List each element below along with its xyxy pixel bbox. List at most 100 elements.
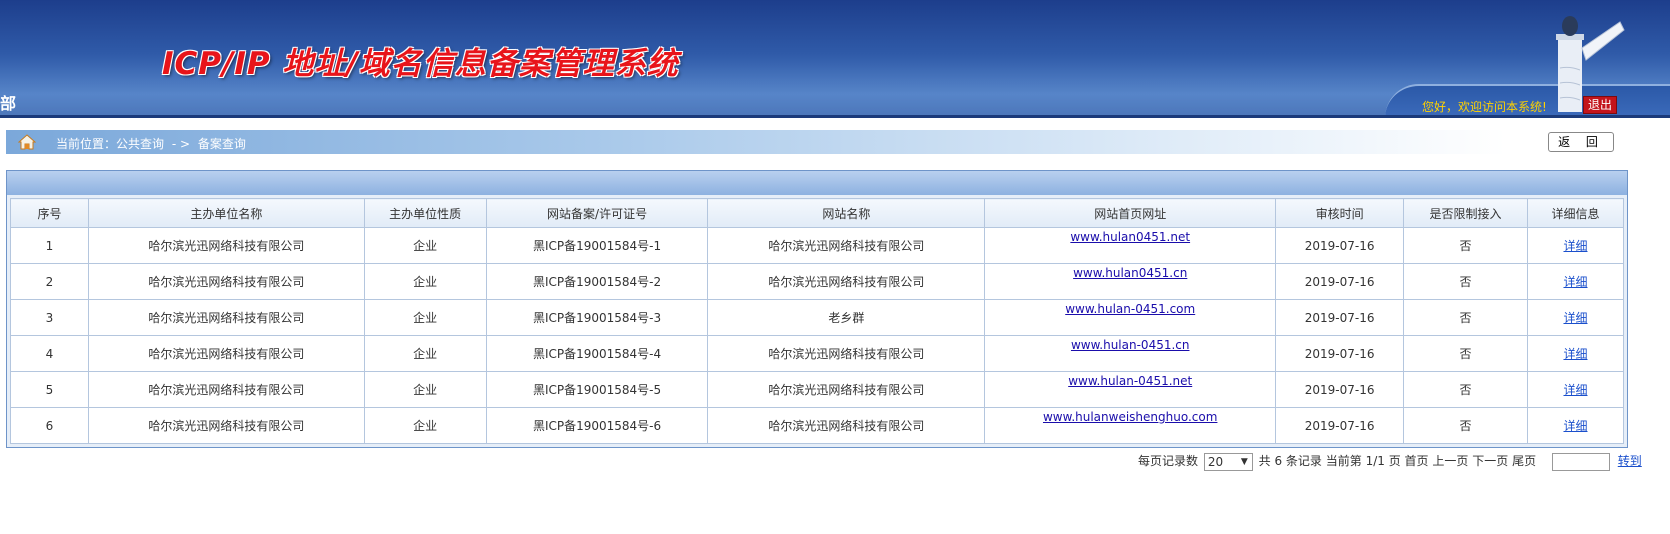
cell-limited: 否 <box>1403 335 1528 372</box>
col-header-license: 网站备案/许可证号 <box>485 198 709 228</box>
cell-type: 企业 <box>363 407 487 444</box>
detail-link[interactable]: 详细 <box>1563 239 1587 253</box>
cell-org: 哈尔滨光迅网络科技有限公司 <box>87 227 365 264</box>
col-header-date: 审核时间 <box>1275 198 1405 228</box>
prev-page-link[interactable]: 上一页 <box>1432 454 1468 468</box>
cell-site: 哈尔滨光迅网络科技有限公司 <box>707 227 986 264</box>
cell-site: 老乡群 <box>707 299 986 336</box>
cell-license: 黑ICP备19001584号-1 <box>485 227 709 264</box>
cell-license: 黑ICP备19001584号-5 <box>485 371 709 408</box>
cell-url: www.hulan-0451.cn <box>984 335 1277 372</box>
welcome-text: 您好，欢迎访问本系统! <box>1422 100 1547 114</box>
breadcrumb-separator: - > <box>171 137 191 151</box>
cell-no: 1 <box>10 227 89 264</box>
first-page-link[interactable]: 首页 <box>1405 454 1429 468</box>
cell-type: 企业 <box>363 335 487 372</box>
detail-link[interactable]: 详细 <box>1563 347 1587 361</box>
url-link[interactable]: www.hulanweishenghuo.com <box>1043 410 1217 424</box>
col-header-limited: 是否限制接入 <box>1403 198 1528 228</box>
logout-button[interactable]: 退出 <box>1583 96 1617 114</box>
cell-type: 企业 <box>363 299 487 336</box>
cell-detail: 详细 <box>1527 299 1624 336</box>
goto-page-input[interactable] <box>1551 452 1610 471</box>
home-icon[interactable] <box>18 133 36 151</box>
cell-license: 黑ICP备19001584号-2 <box>485 263 709 300</box>
cell-no: 4 <box>10 335 89 372</box>
col-header-detail: 详细信息 <box>1527 198 1624 228</box>
url-link[interactable]: www.hulan0451.net <box>1070 230 1190 244</box>
cell-no: 6 <box>10 407 89 444</box>
per-page-select[interactable]: 20 ▼ <box>1203 452 1253 471</box>
cell-no: 5 <box>10 371 89 408</box>
cell-limited: 否 <box>1403 407 1528 444</box>
cell-limited: 否 <box>1403 227 1528 264</box>
cell-license: 黑ICP备19001584号-4 <box>485 335 709 372</box>
cell-org: 哈尔滨光迅网络科技有限公司 <box>87 299 365 336</box>
col-header-url: 网站首页网址 <box>984 198 1277 228</box>
cell-site: 哈尔滨光迅网络科技有限公司 <box>707 407 986 444</box>
cell-org: 哈尔滨光迅网络科技有限公司 <box>87 371 365 408</box>
chevron-down-icon: ▼ <box>1240 456 1248 467</box>
cell-detail: 详细 <box>1527 227 1624 264</box>
cell-site: 哈尔滨光迅网络科技有限公司 <box>707 335 986 372</box>
header-banner: ICP/IP 地址/域名信息备案管理系统 部 您好，欢迎访问本系统! 退出 <box>0 0 1670 118</box>
detail-link[interactable]: 详细 <box>1563 419 1587 433</box>
detail-link[interactable]: 详细 <box>1563 275 1587 289</box>
department-label: 部 <box>0 94 17 113</box>
cell-date: 2019-07-16 <box>1275 263 1405 300</box>
cell-detail: 详细 <box>1527 263 1624 300</box>
cell-license: 黑ICP备19001584号-3 <box>485 299 709 336</box>
url-link[interactable]: www.hulan-0451.com <box>1065 302 1195 316</box>
breadcrumb-current: 备案查询 <box>197 137 246 151</box>
results-panel: 序号 主办单位名称 主办单位性质 网站备案/许可证号 网站名称 网站首页网址 审… <box>6 170 1628 448</box>
header-divider <box>0 115 1670 118</box>
cell-url: www.hulanweishenghuo.com <box>984 407 1277 444</box>
url-link[interactable]: www.hulan-0451.net <box>1068 374 1192 388</box>
cell-no: 2 <box>10 263 89 300</box>
table-row: 1 哈尔滨光迅网络科技有限公司 企业 黑ICP备19001584号-1 哈尔滨光… <box>10 227 1624 264</box>
total-records: 共 6 条记录 <box>1258 454 1322 468</box>
cell-detail: 详细 <box>1527 335 1624 372</box>
per-page-label: 每页记录数 <box>1138 454 1199 468</box>
cell-detail: 详细 <box>1527 371 1624 408</box>
cell-org: 哈尔滨光迅网络科技有限公司 <box>87 407 365 444</box>
detail-link[interactable]: 详细 <box>1563 311 1587 325</box>
url-link[interactable]: www.hulan0451.cn <box>1073 266 1187 280</box>
cell-url: www.hulan-0451.com <box>984 299 1277 336</box>
table-row: 2 哈尔滨光迅网络科技有限公司 企业 黑ICP备19001584号-2 哈尔滨光… <box>10 263 1624 300</box>
current-page: 当前第 1/1 页 <box>1325 454 1401 468</box>
panel-header <box>7 171 1627 195</box>
back-button[interactable]: 返 回 <box>1548 132 1614 152</box>
cell-url: www.hulan0451.net <box>984 227 1277 264</box>
cell-url: www.hulan0451.cn <box>984 263 1277 300</box>
url-link[interactable]: www.hulan-0451.cn <box>1071 338 1190 352</box>
cell-type: 企业 <box>363 227 487 264</box>
table-header-row: 序号 主办单位名称 主办单位性质 网站备案/许可证号 网站名称 网站首页网址 审… <box>10 198 1624 228</box>
col-header-type: 主办单位性质 <box>363 198 487 228</box>
table-row: 4 哈尔滨光迅网络科技有限公司 企业 黑ICP备19001584号-4 哈尔滨光… <box>10 335 1624 372</box>
last-page-link[interactable]: 尾页 <box>1512 454 1536 468</box>
cell-type: 企业 <box>363 263 487 300</box>
pagination-bar: 每页记录数 20 ▼ 共 6 条记录 当前第 1/1 页 首页 上一页 下一页 尾… <box>1138 452 1642 471</box>
next-page-link[interactable]: 下一页 <box>1472 454 1508 468</box>
cell-no: 3 <box>10 299 89 336</box>
col-header-no: 序号 <box>10 198 89 228</box>
breadcrumb-location: 当前位置：公共查询 <box>56 137 165 151</box>
cell-license: 黑ICP备19001584号-6 <box>485 407 709 444</box>
cell-date: 2019-07-16 <box>1275 371 1405 408</box>
cell-site: 哈尔滨光迅网络科技有限公司 <box>707 371 986 408</box>
cell-date: 2019-07-16 <box>1275 299 1405 336</box>
cell-date: 2019-07-16 <box>1275 407 1405 444</box>
cell-date: 2019-07-16 <box>1275 335 1405 372</box>
table-row: 6 哈尔滨光迅网络科技有限公司 企业 黑ICP备19001584号-6 哈尔滨光… <box>10 407 1624 444</box>
goto-link[interactable]: 转到 <box>1618 454 1642 468</box>
cell-limited: 否 <box>1403 263 1528 300</box>
cell-detail: 详细 <box>1527 407 1624 444</box>
cell-limited: 否 <box>1403 299 1528 336</box>
breadcrumb-text: 当前位置：公共查询 - > 备案查询 <box>56 135 250 152</box>
breadcrumb: 当前位置：公共查询 - > 备案查询 <box>6 130 1506 154</box>
cell-url: www.hulan-0451.net <box>984 371 1277 408</box>
cell-limited: 否 <box>1403 371 1528 408</box>
cell-site: 哈尔滨光迅网络科技有限公司 <box>707 263 986 300</box>
detail-link[interactable]: 详细 <box>1563 383 1587 397</box>
